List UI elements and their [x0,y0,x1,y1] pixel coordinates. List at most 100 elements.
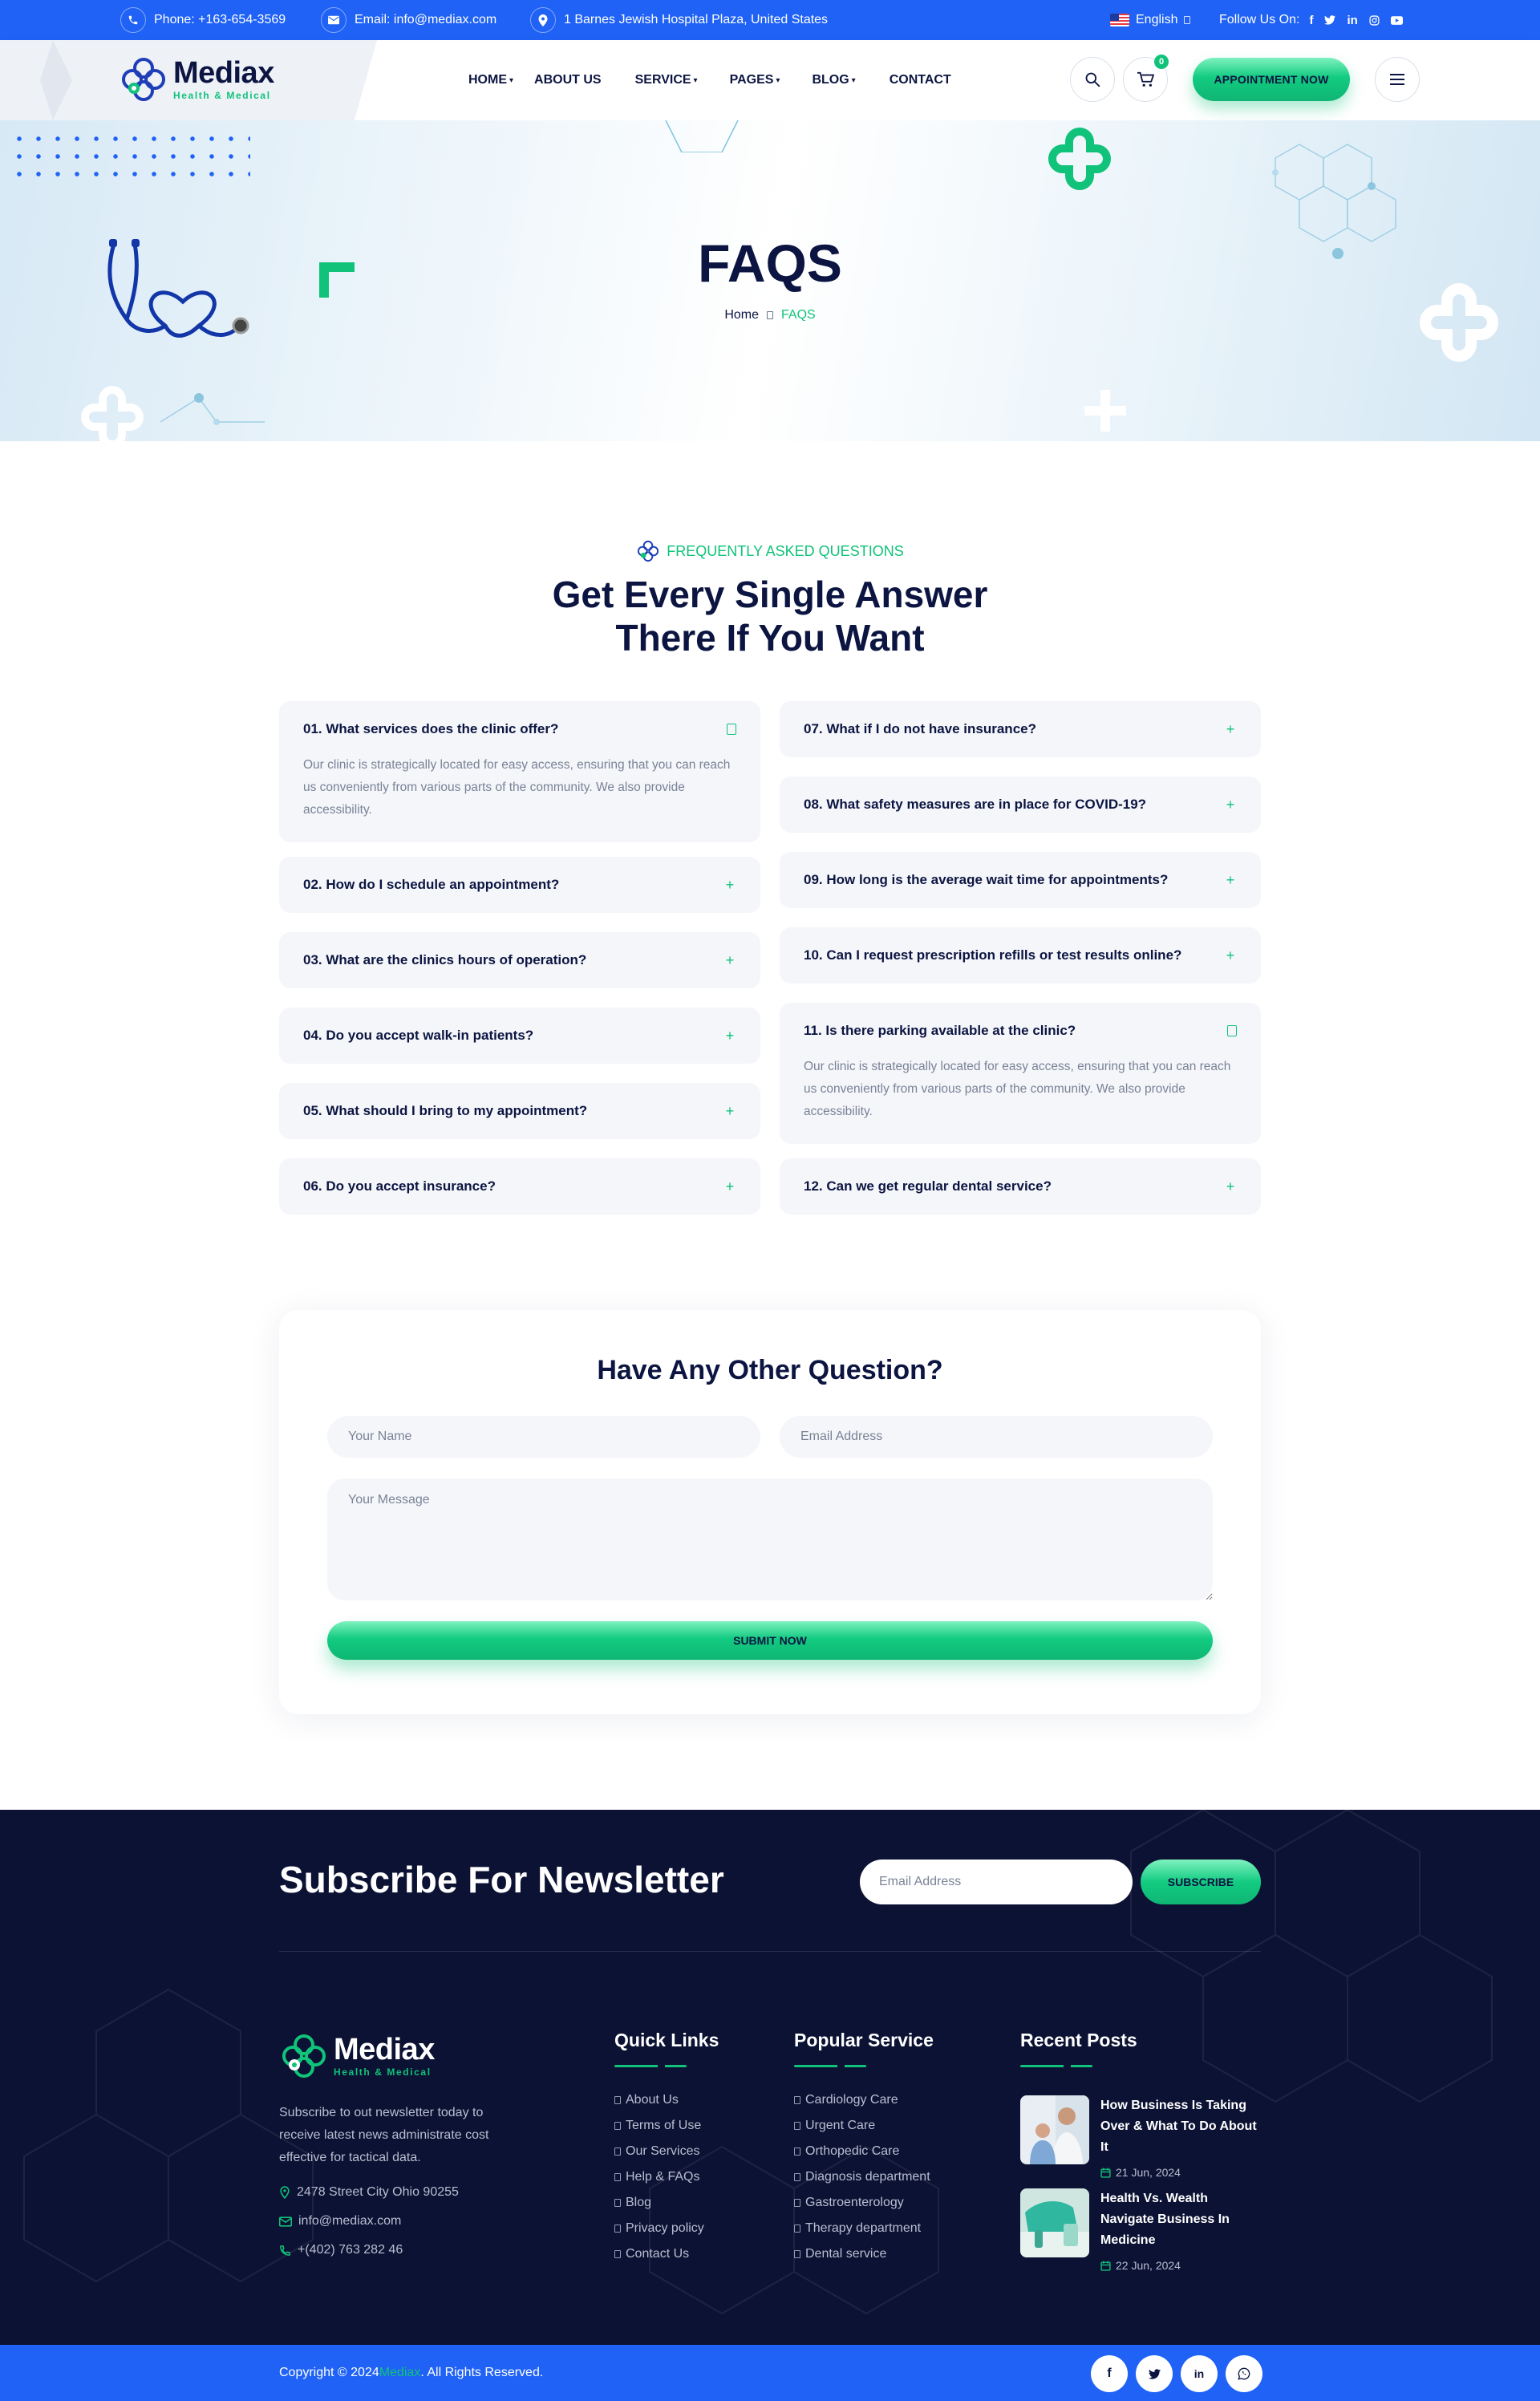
faq-question[interactable]: 12. Can we get regular dental service? + [804,1158,1237,1215]
faq-question[interactable]: 08. What safety measures are in place fo… [804,777,1237,833]
footer-logo[interactable]: Mediax Health & Medical [279,2031,435,2081]
plus-icon[interactable]: + [723,1028,736,1044]
footer-link-about-us[interactable]: About Us [614,2087,704,2113]
faq-question[interactable]: 05. What should I bring to my appointmen… [303,1083,736,1139]
faq-item-6[interactable]: 06. Do you accept insurance? + [279,1158,760,1215]
twitter-icon[interactable] [1136,2355,1173,2392]
faq-item-2[interactable]: 02. How do I schedule an appointment? + [279,857,760,913]
topbar-email[interactable]: Email: info@mediax.com [321,0,496,40]
nav-about-us[interactable]: ABOUT US [534,73,602,87]
service-link-gastroenterology[interactable]: Gastroenterology [794,2190,930,2216]
faq-item-1[interactable]: 01. What services does the clinic offer?… [279,701,760,842]
subscribe-button[interactable]: SUBSCRIBE [1141,1860,1261,1904]
footer-logo-wordmark: Mediax [334,2033,435,2066]
service-link-dental[interactable]: Dental service [794,2241,930,2267]
footer-email[interactable]: info@mediax.com [279,2214,401,2229]
chevron-right-icon [794,2173,800,2181]
faq-item-8[interactable]: 08. What safety measures are in place fo… [780,777,1261,833]
faq-question[interactable]: 09. How long is the average wait time fo… [804,852,1237,908]
plus-icon[interactable]: + [723,1178,736,1195]
post-thumbnail[interactable] [1020,2188,1089,2257]
service-link-orthopedic[interactable]: Orthopedic Care [794,2139,930,2164]
copyright-suffix: . All Rights Reserved. [420,2366,544,2379]
twitter-icon[interactable] [1324,15,1336,25]
nav-service[interactable]: SERVICE ▾ [635,73,698,87]
plus-icon[interactable]: + [723,1103,736,1120]
faq-item-10[interactable]: 10. Can I request prescription refills o… [780,927,1261,984]
linkedin-icon[interactable]: in [1347,14,1357,27]
appointment-now-button[interactable]: APPOINTMENT NOW [1193,58,1350,101]
search-button[interactable] [1070,57,1115,102]
recent-post[interactable]: How Business Is Taking Over & What To Do… [1020,2095,1261,2179]
footer-link-help-faqs[interactable]: Help & FAQs [614,2164,704,2190]
breadcrumb-home[interactable]: Home [724,308,759,322]
faq-item-12[interactable]: 12. Can we get regular dental service? + [780,1158,1261,1215]
plus-icon[interactable]: + [723,952,736,969]
faq-item-7[interactable]: 07. What if I do not have insurance? + [780,701,1261,757]
faq-question[interactable]: 01. What services does the clinic offer? [303,701,736,757]
faq-question[interactable]: 02. How do I schedule an appointment? + [303,857,736,913]
footer-link-label: Our Services [626,2144,700,2158]
linkedin-icon[interactable]: in [1181,2355,1218,2392]
nav-contact[interactable]: CONTACT [890,73,951,87]
plus-icon[interactable]: + [1224,947,1237,964]
faq-item-4[interactable]: 04. Do you accept walk-in patients? + [279,1008,760,1064]
whatsapp-icon[interactable] [1226,2355,1262,2392]
faq-question[interactable]: 04. Do you accept walk-in patients? + [303,1008,736,1064]
collapse-icon[interactable] [727,724,736,735]
faq-question[interactable]: 06. Do you accept insurance? + [303,1158,736,1215]
copyright-prefix: Copyright © 2024 [279,2366,379,2379]
envelope-icon [321,7,346,33]
submit-button[interactable]: SUBMIT NOW [327,1621,1213,1660]
recent-post[interactable]: Health Vs. Wealth Navigate Business In M… [1020,2188,1261,2272]
plus-icon[interactable]: + [723,877,736,894]
post-title[interactable]: Health Vs. Wealth Navigate Business In M… [1100,2188,1261,2251]
message-textarea[interactable] [327,1478,1213,1600]
plus-icon[interactable]: + [1224,721,1237,738]
plus-icon[interactable]: + [1224,872,1237,889]
footer-link-terms[interactable]: Terms of Use [614,2113,704,2139]
topbar-phone[interactable]: Phone: +163-654-3569 [120,0,286,40]
newsletter-email-input[interactable] [860,1860,1133,1904]
youtube-icon[interactable] [1390,15,1403,25]
facebook-icon[interactable]: f [1091,2355,1128,2392]
service-link-cardiology[interactable]: Cardiology Care [794,2087,930,2113]
nav-home[interactable]: HOME ▾ [468,73,513,87]
footer-link-blog[interactable]: Blog [614,2190,704,2216]
footer-phone[interactable]: +(402) 763 282 46 [279,2243,403,2257]
footer-phone-text: +(402) 763 282 46 [298,2243,403,2257]
footer-link-contact[interactable]: Contact Us [614,2241,704,2267]
faq-item-3[interactable]: 03. What are the clinics hours of operat… [279,932,760,988]
instagram-icon[interactable] [1369,14,1380,26]
faq-item-11[interactable]: 11. Is there parking available at the cl… [780,1003,1261,1144]
language-selector[interactable]: English [1110,0,1191,40]
service-link-diagnosis[interactable]: Diagnosis department [794,2164,930,2190]
copyright-brand-link[interactable]: Mediax [379,2366,421,2380]
faq-item-5[interactable]: 05. What should I bring to my appointmen… [279,1083,760,1139]
footer-link-services[interactable]: Our Services [614,2139,704,2164]
name-input[interactable] [327,1416,760,1458]
nav-pages[interactable]: PAGES ▾ [730,73,780,87]
post-thumbnail[interactable] [1020,2095,1089,2164]
menu-button[interactable] [1375,57,1420,102]
service-link-therapy[interactable]: Therapy department [794,2216,930,2241]
service-link-urgent-care[interactable]: Urgent Care [794,2113,930,2139]
chevron-right-icon [794,2225,800,2233]
site-logo[interactable]: Mediax Health & Medical [119,55,274,104]
nav-pages-label: PAGES [729,73,774,87]
faq-question[interactable]: 11. Is there parking available at the cl… [804,1003,1237,1059]
cart-button[interactable]: 0 [1123,55,1169,102]
faq-question[interactable]: 10. Can I request prescription refills o… [804,927,1237,984]
email-input[interactable] [780,1416,1213,1458]
post-title[interactable]: How Business Is Taking Over & What To Do… [1100,2095,1261,2158]
plus-icon[interactable]: + [1224,1178,1237,1195]
collapse-icon[interactable] [1227,1025,1237,1036]
nav-blog[interactable]: BLOG ▾ [812,73,855,87]
plus-icon[interactable]: + [1224,797,1237,813]
footer-link-privacy[interactable]: Privacy policy [614,2216,704,2241]
facebook-icon[interactable]: f [1309,14,1313,27]
faq-question[interactable]: 07. What if I do not have insurance? + [804,701,1237,757]
cart-icon [1137,71,1154,87]
faq-question[interactable]: 03. What are the clinics hours of operat… [303,932,736,988]
faq-item-9[interactable]: 09. How long is the average wait time fo… [780,852,1261,908]
